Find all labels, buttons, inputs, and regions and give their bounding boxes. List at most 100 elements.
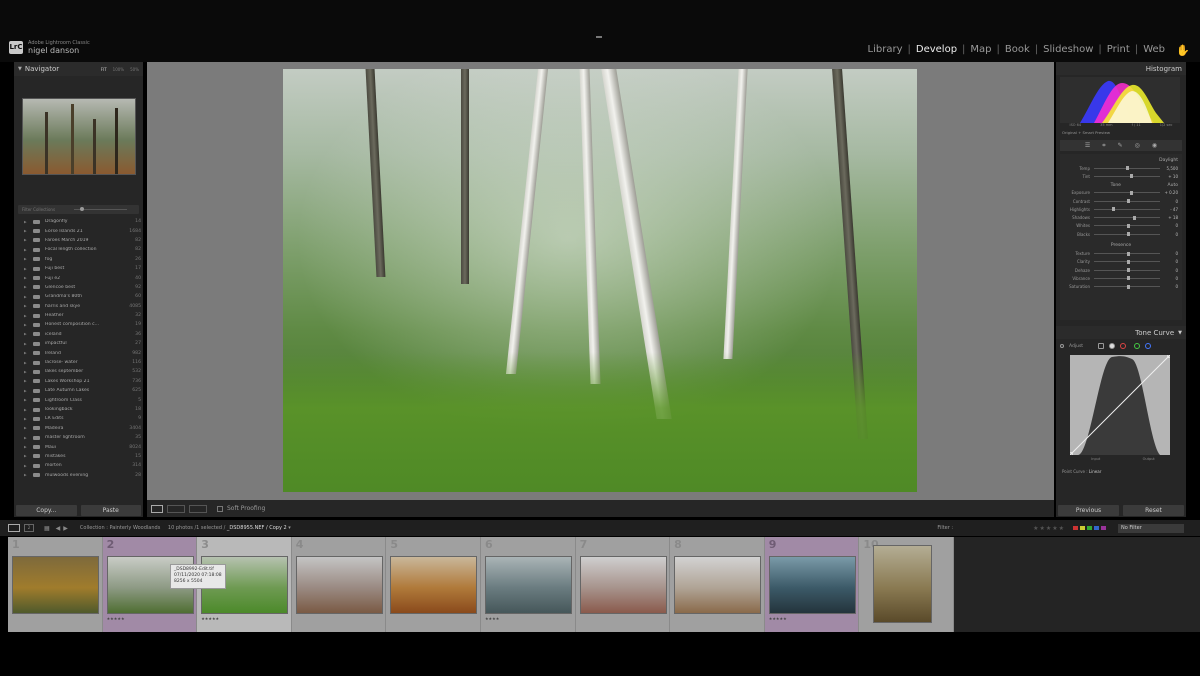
collapse-triangle-icon[interactable]: ▼ [1178, 330, 1182, 336]
module-develop[interactable]: Develop [915, 44, 958, 55]
expand-triangle-icon[interactable]: ▶ [24, 285, 29, 289]
main-window-icon[interactable] [8, 524, 20, 532]
point-curve-selector[interactable]: Point Curve : Linear [1062, 469, 1186, 474]
collection-item[interactable]: ▶ harris and skye 4085 [24, 302, 143, 311]
slider-knob[interactable] [1127, 223, 1130, 228]
slider-value[interactable]: 0 [1160, 276, 1178, 281]
filmstrip-cell[interactable]: 10 [859, 537, 954, 632]
red-eye-icon[interactable]: ◎ [1135, 142, 1140, 149]
expand-triangle-icon[interactable]: ▶ [24, 304, 29, 308]
navigator-zoom-option[interactable]: 100% [113, 67, 124, 72]
slider-knob[interactable] [1127, 199, 1130, 204]
slider-value[interactable]: 0 [1160, 223, 1178, 228]
collection-item[interactable]: ▶ Lightroom Class 5 [24, 395, 143, 404]
edit-sliders-icon[interactable]: ☰ [1085, 142, 1090, 149]
star-rating[interactable]: ★★★★★ [769, 616, 787, 621]
expand-triangle-icon[interactable]: ▶ [24, 379, 29, 383]
slider-track[interactable] [1094, 174, 1160, 179]
parametric-curve-icon[interactable] [1098, 343, 1105, 349]
expand-triangle-icon[interactable]: ▶ [24, 276, 29, 280]
collection-item[interactable]: ▶ Grandma's 80th 60 [24, 292, 143, 301]
slider-knob[interactable] [1127, 268, 1130, 273]
crop-icon[interactable]: ⌗ [1102, 142, 1105, 150]
blue-channel-icon[interactable] [1145, 343, 1152, 349]
module-map[interactable]: Map [969, 44, 992, 55]
collection-item[interactable]: ▶ Heather 32 [24, 311, 143, 320]
collection-item[interactable]: ▶ morten 314 [24, 461, 143, 470]
targeted-adjust-icon[interactable] [1060, 344, 1064, 348]
star-rating[interactable]: ★★★★★ [107, 616, 125, 621]
expand-triangle-icon[interactable]: ▶ [24, 389, 29, 393]
slider-value[interactable]: + 0.20 [1160, 190, 1178, 195]
slider-knob[interactable] [1127, 232, 1130, 237]
collection-item[interactable]: ▶ mulwoods evening 28 [24, 471, 143, 480]
main-photo[interactable] [283, 69, 917, 492]
module-slideshow[interactable]: Slideshow [1042, 44, 1094, 55]
filmstrip-cell[interactable]: 4 [291, 537, 387, 632]
expand-triangle-icon[interactable]: ▶ [24, 220, 29, 224]
star-rating[interactable]: ★★★★ [485, 616, 499, 621]
expand-triangle-icon[interactable]: ▶ [24, 295, 29, 299]
filmstrip-thumbnail[interactable] [12, 556, 99, 614]
reset-button[interactable]: Reset [1123, 505, 1184, 516]
collection-item[interactable]: ▶ Madeira 3404 [24, 424, 143, 433]
collection-item[interactable]: ▶ Lakes Workshop 21 736 [24, 377, 143, 386]
filmstrip-cell[interactable]: 6 ★★★★ [480, 537, 576, 632]
navigator-header[interactable]: ▼ Navigator FIT 100% 50% [14, 62, 143, 76]
slider-knob[interactable] [1127, 251, 1130, 256]
forward-arrow-icon[interactable]: ▶ [63, 525, 68, 532]
collection-item[interactable]: ▶ Fuji e2 40 [24, 273, 143, 282]
expand-triangle-icon[interactable]: ▶ [24, 445, 29, 449]
copy-settings-button[interactable]: Copy... [16, 505, 77, 516]
panel-collapse-handle[interactable] [596, 36, 602, 38]
collection-item[interactable]: ▶ Dragonfly 14 [24, 217, 143, 226]
slider-track[interactable] [1094, 215, 1160, 220]
collection-item[interactable]: ▶ impactful 27 [24, 339, 143, 348]
slider-value[interactable]: 0 [1160, 251, 1178, 256]
filmstrip-thumbnail[interactable] [674, 556, 762, 614]
slider-value[interactable]: 0 [1160, 199, 1178, 204]
filmstrip-thumbnail[interactable] [873, 545, 933, 623]
collection-search-slider-knob[interactable] [80, 207, 84, 211]
slider-track[interactable] [1094, 251, 1160, 256]
before-after-icon[interactable] [167, 504, 185, 513]
expand-triangle-icon[interactable]: ▶ [24, 454, 29, 458]
color-label-filter[interactable] [1073, 526, 1106, 530]
star-rating[interactable]: ★★★★★ [201, 616, 219, 621]
slider-knob[interactable] [1127, 259, 1130, 264]
expand-triangle-icon[interactable]: ▶ [24, 332, 29, 336]
expand-triangle-icon[interactable]: ▶ [24, 408, 29, 412]
slider-knob[interactable] [1129, 190, 1133, 195]
filmstrip-cell[interactable]: 9 ★★★★★ [764, 537, 860, 632]
loupe-view-icon[interactable] [151, 504, 163, 513]
collection-item[interactable]: ▶ Honest composition c... 19 [24, 320, 143, 329]
module-web[interactable]: Web [1142, 44, 1166, 55]
slider-value[interactable]: - 47 [1160, 207, 1178, 212]
slider-track[interactable] [1094, 284, 1160, 289]
expand-triangle-icon[interactable]: ▶ [24, 351, 29, 355]
filmstrip-thumbnail[interactable] [768, 556, 856, 614]
collection-item[interactable]: ▶ Eorse Islands 21 1684 [24, 226, 143, 235]
slider-value[interactable]: 0 [1160, 259, 1178, 264]
collection-item[interactable]: ▶ lacrose- water 116 [24, 358, 143, 367]
slider-track[interactable] [1094, 259, 1160, 264]
slider-knob[interactable] [1130, 174, 1134, 179]
tone-curve-header[interactable]: Tone Curve ▼ [1056, 326, 1186, 339]
slider-track[interactable] [1094, 232, 1160, 237]
collection-item[interactable]: ▶ Focal length collection 82 [24, 245, 143, 254]
slider-track[interactable] [1094, 166, 1160, 171]
slider-value[interactable]: 0 [1160, 268, 1178, 273]
slider-track[interactable] [1094, 199, 1160, 204]
filmstrip-cell[interactable]: 1 [8, 537, 103, 632]
slider-track[interactable] [1094, 268, 1160, 273]
filmstrip-thumbnail[interactable] [295, 556, 383, 614]
slider-value[interactable]: 0 [1160, 284, 1178, 289]
point-curve-icon[interactable] [1109, 343, 1116, 349]
expand-triangle-icon[interactable]: ▶ [24, 229, 29, 233]
expand-triangle-icon[interactable]: ▶ [24, 314, 29, 318]
expand-triangle-icon[interactable]: ▶ [24, 248, 29, 252]
navigator-zoom-option[interactable]: 50% [130, 67, 139, 72]
filmstrip-thumbnail[interactable] [390, 556, 478, 614]
expand-triangle-icon[interactable]: ▶ [24, 267, 29, 271]
collection-item[interactable]: ▶ lookingback 18 [24, 405, 143, 414]
